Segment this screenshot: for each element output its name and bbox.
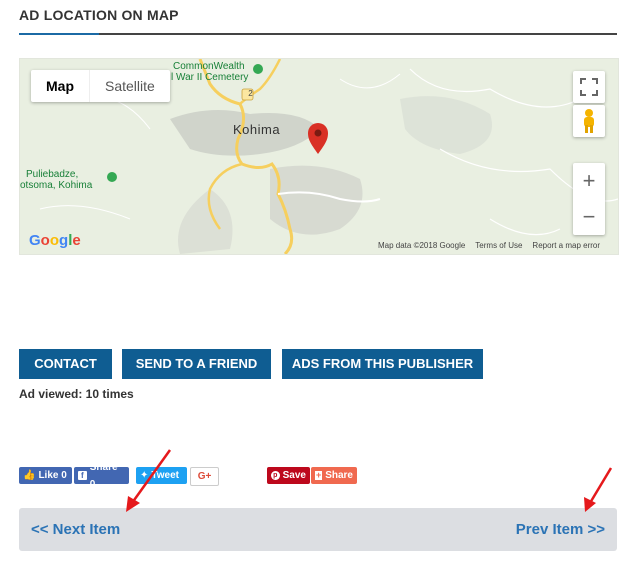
facebook-share-label: Share 0 [89,461,118,490]
ad-view-count: Ad viewed: 10 times [19,387,134,401]
street-view-button[interactable] [573,105,605,137]
map-data-text: Map data ©2018 Google [378,241,466,250]
location-marker-icon [308,123,328,154]
map-type-satellite-button[interactable]: Satellite [89,70,170,102]
terms-link[interactable]: Terms of Use [475,241,522,250]
tweet-button[interactable]: ✦ Tweet [136,467,187,484]
pinterest-save-button[interactable]: p Save [267,467,310,484]
plus-icon: + [315,470,323,480]
report-error-link[interactable]: Report a map error [532,241,600,250]
item-pager: << Next Item Prev Item >> [19,508,617,551]
facebook-icon: f [78,471,87,480]
map-type-map-button[interactable]: Map [31,70,89,102]
tweet-label: Tweet [151,470,179,481]
twitter-bird-icon: ✦ [140,470,149,481]
google-logo: Google [29,232,81,249]
map-label-town: Kohima [233,122,281,137]
ads-from-publisher-button[interactable]: ADS FROM THIS PUBLISHER [282,349,483,379]
map-label-poi: l War II Cemetery [171,72,249,83]
send-to-friend-button[interactable]: SEND TO A FRIEND [122,349,271,379]
map-attribution: Map data ©2018 Google Terms of Use Repor… [378,241,600,250]
title-divider-accent [19,33,99,35]
prev-item-link[interactable]: Prev Item >> [516,521,605,538]
contact-button[interactable]: CONTACT [19,349,112,379]
road-shield-label: 2 [248,89,253,98]
next-item-link[interactable]: << Next Item [31,521,120,538]
map-label-poi: CommonWealth [173,61,245,72]
addthis-share-label: Share [325,470,353,481]
map-type-control: Map Satellite [31,70,170,102]
facebook-share-button[interactable]: f Share 0 [74,462,129,490]
zoom-in-button[interactable]: + [573,163,605,199]
zoom-out-button[interactable]: − [573,199,605,235]
addthis-share-button[interactable]: + Share [311,467,357,484]
section-title: AD LOCATION ON MAP [19,7,179,23]
annotation-arrow-prev [584,467,613,512]
map-widget[interactable]: CommonWealth l War II Cemetery Kohima Pu… [19,58,619,255]
facebook-like-button[interactable]: 👍 Like 0 [19,467,72,484]
fullscreen-button[interactable] [573,71,605,103]
map-label-poi: Puliebadze, [26,169,79,180]
pinterest-save-label: Save [282,470,306,481]
pegman-icon [584,109,594,133]
thumbs-up-icon: 👍 [23,470,36,481]
fullscreen-icon [580,78,598,96]
pinterest-icon: p [271,471,280,480]
facebook-like-label: Like 0 [38,470,67,481]
google-plus-button[interactable]: G+ [190,467,219,486]
title-divider [19,33,617,35]
zoom-control: + − [573,163,605,235]
map-label-poi: otsoma, Kohima [20,180,93,191]
